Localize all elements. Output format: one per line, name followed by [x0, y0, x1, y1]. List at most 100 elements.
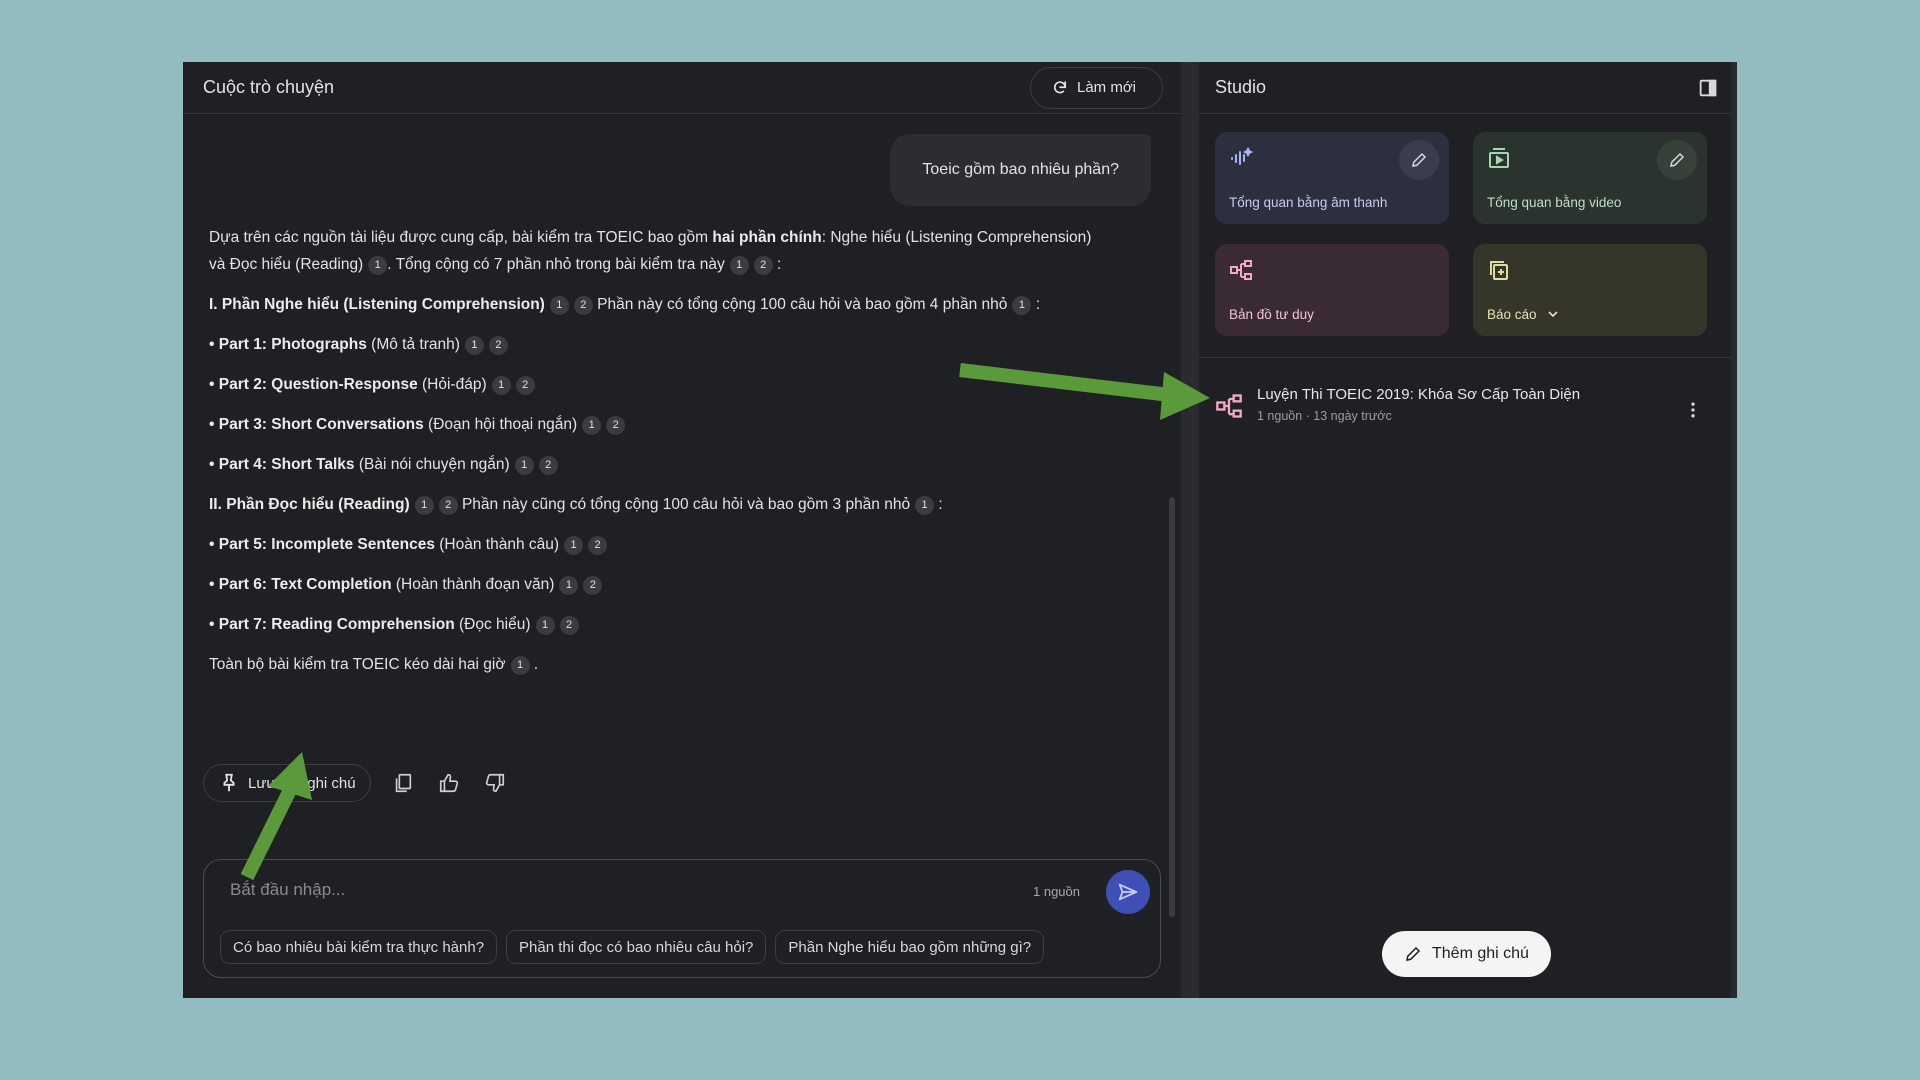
studio-panel: Studio Tổng quan bằng âm thanh Tổng quan… [1199, 62, 1731, 998]
citation-badge[interactable]: 2 [606, 416, 626, 435]
citation-badge[interactable]: 2 [515, 376, 535, 395]
edit-button[interactable] [1399, 140, 1439, 180]
answer-punct: . [529, 656, 539, 673]
citation-badge[interactable]: 1 [414, 496, 434, 515]
answer-text: Phần này cũng có tổng cộng 100 câu hỏi v… [461, 496, 911, 513]
part-name: • Part 1: Photographs [209, 336, 367, 353]
video-overview-tile[interactable]: Tổng quan bằng video [1473, 132, 1707, 224]
studio-divider [1199, 357, 1731, 358]
part-translation: (Hỏi-đáp) [417, 376, 487, 393]
audio-overview-tile[interactable]: Tổng quan bằng âm thanh [1215, 132, 1449, 224]
citation-badge[interactable]: 1 [582, 416, 602, 435]
part-name: • Part 4: Short Talks [209, 456, 355, 473]
send-button[interactable] [1106, 870, 1150, 914]
pencil-icon [1670, 152, 1685, 167]
chat-scrollbar[interactable] [1169, 497, 1175, 917]
citation-badge[interactable]: 2 [559, 616, 579, 635]
citation-badge[interactable]: 1 [1012, 296, 1032, 315]
report-icon [1490, 261, 1508, 280]
part-translation: (Đoạn hội thoại ngắn) [423, 416, 578, 433]
pencil-icon [1406, 946, 1421, 961]
audio-waveform-icon [1231, 146, 1254, 165]
tile-label: Tổng quan bằng video [1487, 195, 1622, 210]
answer-text: Toàn bộ bài kiểm tra TOEIC kéo dài hai g… [209, 656, 506, 673]
reading-heading: II. Phần Đọc hiểu (Reading) 1 2 Phần này c… [209, 491, 1109, 518]
more-vertical-icon [1691, 402, 1695, 418]
citation-badge[interactable]: 2 [538, 456, 558, 475]
citation-badge[interactable]: 1 [564, 536, 584, 555]
thumbs-up-button[interactable] [435, 769, 463, 797]
user-message: Toeic gồm bao nhiêu phần? [890, 134, 1151, 206]
copy-button[interactable] [389, 769, 417, 797]
tile-label: Báo cáo [1487, 306, 1561, 322]
refresh-icon [1053, 80, 1067, 93]
citation-badge[interactable]: 1 [915, 496, 935, 515]
note-item[interactable]: Luyện Thi TOEIC 2019: Khóa Sơ Cấp Toàn D… [1215, 380, 1715, 440]
note-title: Luyện Thi TOEIC 2019: Khóa Sơ Cấp Toàn D… [1257, 386, 1581, 403]
citation-badge[interactable]: 1 [514, 456, 534, 475]
send-icon [1118, 883, 1138, 901]
citation-badge[interactable]: 1 [729, 256, 749, 275]
thumbs-down-icon [485, 773, 504, 793]
mind-map-tile[interactable]: Bản đồ tư duy [1215, 244, 1449, 336]
suggestion-chip[interactable]: Có bao nhiêu bài kiểm tra thực hành? [220, 930, 498, 964]
part-item: • Part 6: Text Completion (Hoàn thành đo… [209, 571, 1109, 598]
thumbs-up-icon [439, 773, 458, 793]
citation-badge[interactable]: 2 [438, 496, 458, 515]
part-name: • Part 2: Question-Response [209, 376, 418, 393]
part-translation: (Bài nói chuyện ngắn) [354, 456, 510, 473]
pencil-icon [1412, 152, 1427, 167]
citation-badge[interactable]: 1 [368, 256, 388, 275]
answer-bold: hai phần chính [712, 229, 822, 246]
part-name: • Part 6: Text Completion [209, 576, 392, 593]
citation-badge[interactable]: 1 [549, 296, 569, 315]
citation-badge[interactable]: 1 [491, 376, 511, 395]
citation-badge[interactable]: 1 [510, 656, 530, 675]
answer-actions: Lưu vào ghi chú [203, 764, 509, 802]
part-name: • Part 3: Short Conversations [209, 416, 424, 433]
part-name: • Part 5: Incomplete Sentences [209, 536, 435, 553]
part-item: • Part 2: Question-Response (Hỏi-đáp) 1 2 [209, 371, 1109, 398]
note-text: Luyện Thi TOEIC 2019: Khóa Sơ Cấp Toàn D… [1257, 380, 1580, 423]
note-meta: 1 nguồn · 13 ngày trước [1257, 409, 1392, 423]
citation-badge[interactable]: 2 [583, 576, 603, 595]
report-label: Báo cáo [1487, 306, 1537, 322]
part-item: • Part 7: Reading Comprehension (Đọc hiể… [209, 611, 1109, 638]
part-translation: (Đọc hiểu) [454, 616, 531, 633]
add-note-label: Thêm ghi chú [1432, 945, 1529, 962]
citation-badge[interactable]: 2 [488, 336, 508, 355]
suggestion-chips: Có bao nhiêu bài kiểm tra thực hành? Phầ… [220, 930, 1045, 964]
save-to-note-button[interactable]: Lưu vào ghi chú [203, 764, 371, 802]
more-options-button[interactable] [1681, 396, 1705, 424]
edit-button[interactable] [1657, 140, 1697, 180]
studio-tiles: Tổng quan bằng âm thanh Tổng quan bằng v… [1215, 132, 1707, 336]
refresh-button[interactable]: Làm mới [1029, 66, 1163, 109]
answer-bold: II. Phần Đọc hiểu (Reading) [209, 496, 410, 513]
chat-header: Cuộc trò chuyện Làm mới [183, 62, 1181, 114]
citation-badge[interactable]: 2 [588, 536, 608, 555]
citation-badge[interactable]: 1 [535, 616, 555, 635]
video-icon [1489, 148, 1509, 168]
answer-punct: : [772, 256, 782, 273]
source-count: 1 nguồn [1033, 884, 1080, 899]
answer-text: Dựa trên các nguồn tài liệu được cung cấ… [209, 229, 713, 246]
chevron-down-icon[interactable] [1545, 306, 1561, 322]
copy-icon [395, 773, 411, 793]
answer-intro: Dựa trên các nguồn tài liệu được cung cấ… [209, 224, 1109, 278]
citation-badge[interactable]: 1 [464, 336, 484, 355]
studio-header: Studio [1199, 62, 1731, 114]
tile-label: Tổng quan bằng âm thanh [1229, 195, 1388, 210]
add-note-button[interactable]: Thêm ghi chú [1382, 931, 1551, 977]
part-name: • Part 7: Reading Comprehension [209, 616, 455, 633]
chat-input[interactable] [230, 880, 990, 900]
citation-badge[interactable]: 1 [559, 576, 579, 595]
part-item: • Part 3: Short Conversations (Đoạn hội … [209, 411, 1109, 438]
citation-badge[interactable]: 2 [573, 296, 593, 315]
collapse-panel-icon[interactable] [1697, 77, 1719, 99]
suggestion-chip[interactable]: Phần thi đọc có bao nhiêu câu hỏi? [506, 930, 767, 964]
citation-badge[interactable]: 2 [753, 256, 773, 275]
suggestion-chip[interactable]: Phần Nghe hiểu bao gồm những gì? [775, 930, 1045, 964]
thumbs-down-button[interactable] [481, 769, 509, 797]
report-tile[interactable]: Báo cáo [1473, 244, 1707, 336]
notebook-app: Cuộc trò chuyện Làm mới Toeic gồm bao nh… [183, 62, 1737, 998]
